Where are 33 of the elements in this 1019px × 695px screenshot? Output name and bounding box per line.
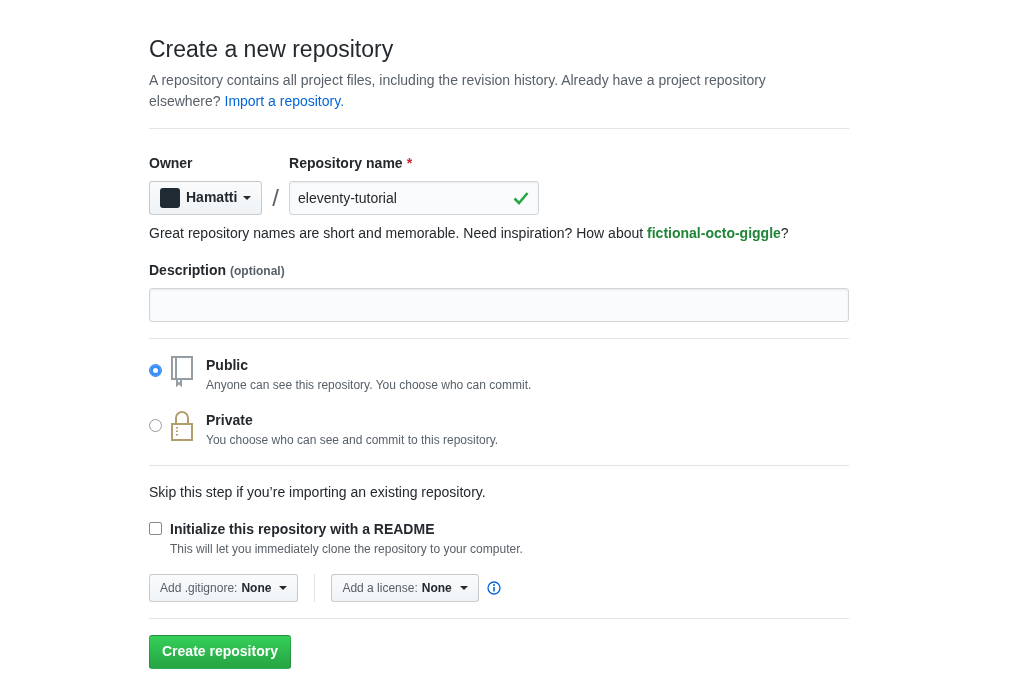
checkbox-description: This will let you immediately clone the repository to your computer. [170, 540, 523, 558]
intro-text: A repository contains all project files, including the revision history. Already have a project repository elsewhere? Import a repository. [149, 70, 767, 111]
checkbox-label: Initialize this repository with a README [170, 519, 436, 539]
import-note: Skip this step if you’re importing an existing repository. [149, 482, 487, 502]
radio-button[interactable] [149, 363, 162, 377]
suggestion-link[interactable]: fictional-octo-giggle [647, 224, 781, 241]
caret-icon [459, 585, 468, 590]
avatar [160, 187, 180, 208]
option-description: Anyone can see this repository. You choose who can commit. [206, 376, 532, 394]
gitignore-dropdown[interactable]: Add .gitignore: None [149, 573, 299, 602]
repo-name-label: Repository name [289, 154, 403, 171]
optional-hint: (optional) [230, 263, 285, 278]
description-field[interactable] [149, 287, 849, 322]
info-icon[interactable] [486, 580, 501, 595]
option-description: You choose who can see and commit to this repository. [206, 431, 499, 449]
caret-icon [243, 195, 252, 200]
license-dropdown[interactable]: Add a license: None [331, 573, 479, 602]
caret-icon [279, 585, 288, 590]
radio-button[interactable] [149, 418, 162, 432]
book-icon [170, 354, 194, 387]
page-title: Create a new repository [149, 36, 395, 64]
option-title: Public [206, 355, 249, 375]
name-hint: Great repository names are short and memorable. Need inspiration? How about fictional-octo-giggle? [149, 223, 790, 243]
option-title: Private [206, 410, 254, 430]
owner-dropdown[interactable]: Hamatti [149, 180, 263, 215]
description-label: Description [149, 261, 226, 278]
required-mark: * [406, 154, 413, 171]
owner-label: Owner [149, 153, 194, 173]
separator: / [271, 182, 281, 213]
checkbox[interactable] [149, 521, 162, 535]
lock-icon [170, 409, 194, 442]
repo-name-field[interactable]: eleventy-tutorial [289, 180, 540, 215]
import-link[interactable]: Import a repository. [224, 92, 345, 109]
